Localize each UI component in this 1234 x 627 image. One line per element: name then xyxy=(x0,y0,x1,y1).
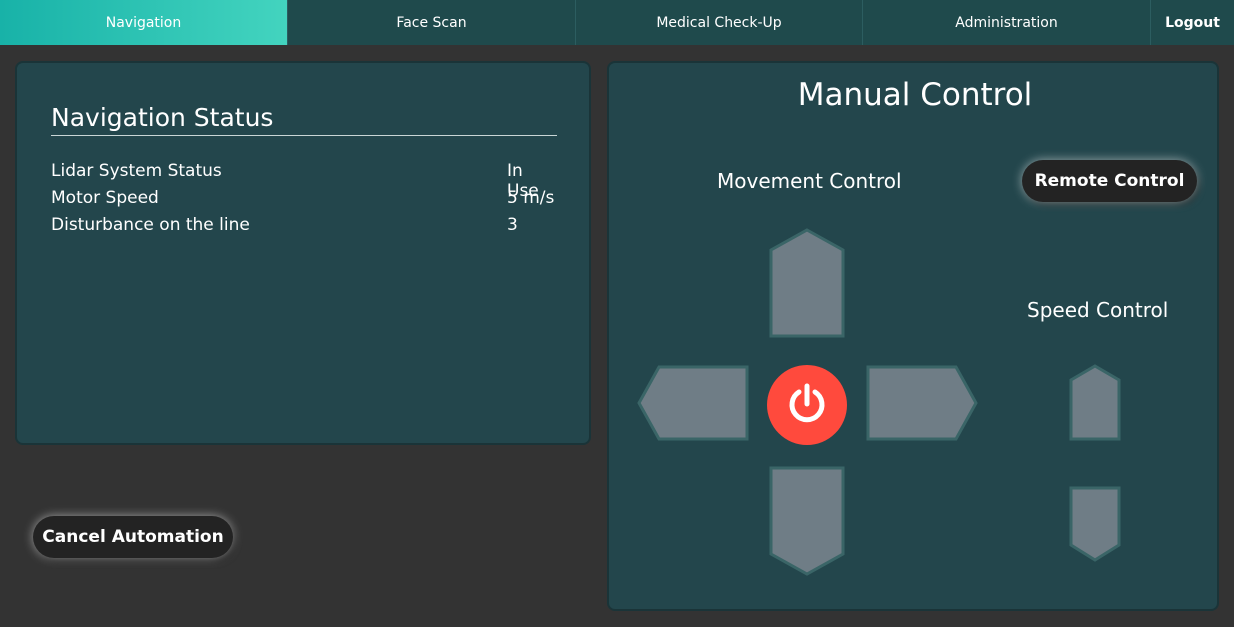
arrow-left-icon[interactable] xyxy=(637,364,749,442)
status-label: Lidar System Status xyxy=(51,161,222,181)
arrow-down-icon[interactable] xyxy=(767,466,847,576)
power-icon xyxy=(789,383,825,423)
tab-face-scan-label: Face Scan xyxy=(396,14,467,31)
tab-medical-check-up[interactable]: Medical Check-Up xyxy=(576,0,863,45)
speed-control-title: Speed Control xyxy=(1027,298,1169,322)
speed-down-icon[interactable] xyxy=(1068,485,1122,563)
manual-control-title: Manual Control xyxy=(797,77,1033,113)
logout-label: Logout xyxy=(1165,14,1220,31)
remote-control-button[interactable]: Remote Control xyxy=(1022,160,1197,202)
tab-medical-check-up-label: Medical Check-Up xyxy=(656,14,782,31)
cancel-automation-label: Cancel Automation xyxy=(42,527,224,547)
power-button[interactable] xyxy=(767,365,847,445)
status-row-disturbance: Disturbance on the line 3 xyxy=(51,215,557,242)
tab-administration-label: Administration xyxy=(955,14,1058,31)
manual-control-panel: Manual Control Movement Control Remote C… xyxy=(607,61,1219,611)
logout-button[interactable]: Logout xyxy=(1151,0,1234,45)
status-label: Motor Speed xyxy=(51,188,159,208)
tab-navigation[interactable]: Navigation xyxy=(0,0,288,45)
movement-control-title: Movement Control xyxy=(717,169,902,193)
navigation-status-panel: Navigation Status Lidar System Status In… xyxy=(15,61,591,445)
navigation-status-title: Navigation Status xyxy=(51,103,557,136)
arrow-up-icon[interactable] xyxy=(767,228,847,338)
tab-face-scan[interactable]: Face Scan xyxy=(288,0,576,45)
tab-administration[interactable]: Administration xyxy=(863,0,1151,45)
arrow-right-icon[interactable] xyxy=(866,364,978,442)
speed-up-icon[interactable] xyxy=(1068,364,1122,442)
status-row-lidar: Lidar System Status In Use xyxy=(51,161,557,201)
remote-control-label: Remote Control xyxy=(1034,171,1185,191)
cancel-automation-button[interactable]: Cancel Automation xyxy=(33,516,233,558)
status-row-motor-speed: Motor Speed 5 m/s xyxy=(51,188,557,215)
status-value: 3 xyxy=(507,215,518,235)
top-nav-bar: Navigation Face Scan Medical Check-Up Ad… xyxy=(0,0,1234,45)
tab-navigation-label: Navigation xyxy=(105,14,182,31)
status-value: 5 m/s xyxy=(507,188,555,208)
status-label: Disturbance on the line xyxy=(51,215,250,235)
